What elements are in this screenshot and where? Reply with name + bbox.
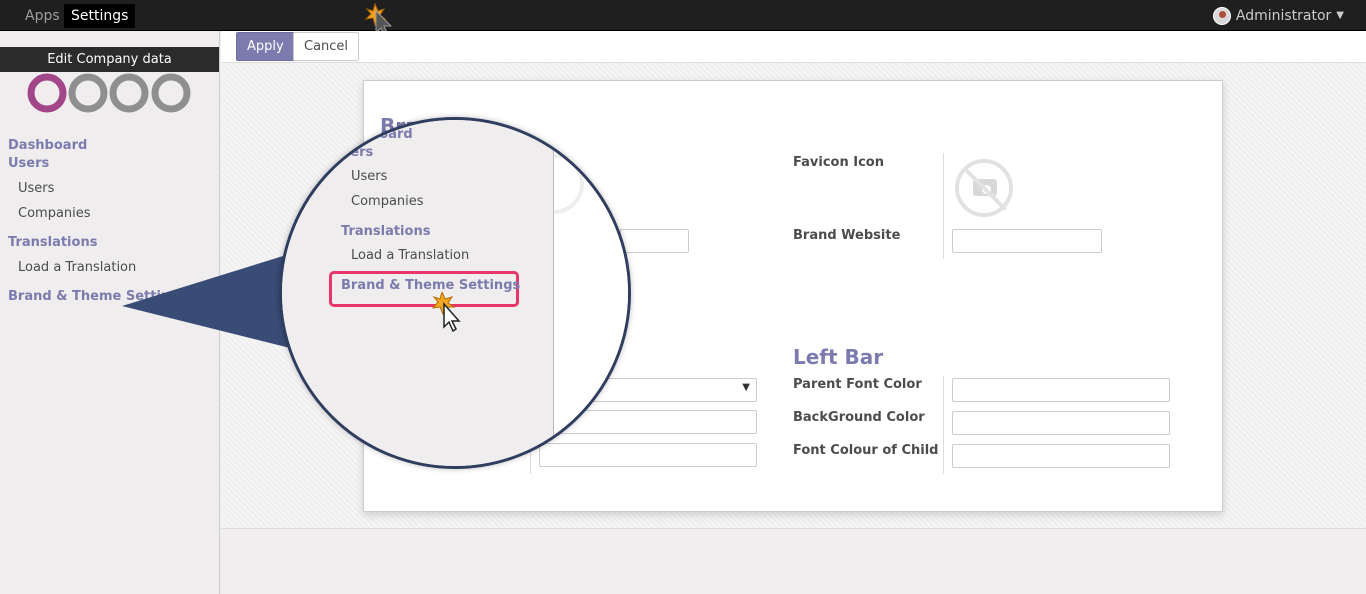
font-colour-child-input[interactable] — [952, 444, 1170, 468]
favicon-label: Favicon Icon — [793, 155, 884, 170]
nav-apps[interactable]: Apps — [18, 4, 67, 28]
sidebar-item-load-translation[interactable]: Load a Translation — [18, 260, 136, 275]
magnified-companies-item[interactable]: Companies — [351, 194, 424, 209]
section-title-left-bar: Left Bar — [793, 345, 884, 369]
user-name: Administrator — [1235, 8, 1332, 24]
sidebar-item-users[interactable]: Users — [18, 181, 54, 196]
magnified-sidebar: board Users Users Companies Translations… — [282, 120, 554, 466]
avatar — [1212, 7, 1231, 25]
magnified-dashboard[interactable]: board — [370, 127, 413, 142]
cursor-icon — [431, 292, 461, 333]
apply-button[interactable]: Apply — [236, 32, 295, 61]
content-footer — [221, 529, 1366, 594]
left-sidebar: Edit Company data Dashboard Users Users … — [0, 31, 220, 594]
tooltip: Edit Company data — [0, 47, 219, 72]
magnified-translations-header: Translations — [341, 224, 431, 239]
magnified-brand-theme-settings[interactable]: Brand & Theme Settings — [341, 278, 520, 293]
odoo-logo[interactable] — [26, 71, 196, 113]
font-colour-child-label: Font Colour of Child — [793, 443, 939, 458]
sidebar-item-companies[interactable]: Companies — [18, 206, 91, 221]
magnifier-callout: board Users Users Companies Translations… — [279, 117, 631, 469]
background-color-label: BackGround Color — [793, 410, 925, 425]
favicon-image-upload[interactable] — [955, 159, 1013, 217]
brand-website-input[interactable] — [952, 229, 1102, 253]
magnified-content — [554, 120, 628, 466]
image-placeholder-edge — [554, 154, 584, 214]
background-color-input[interactable] — [952, 411, 1170, 435]
brand-website-label: Brand Website — [793, 228, 901, 243]
magnified-load-translation[interactable]: Load a Translation — [351, 248, 469, 263]
divider — [943, 376, 944, 474]
top-navbar: Apps Settings Administrator ▼ — [0, 0, 1366, 38]
brand-text-input[interactable] — [620, 229, 689, 253]
magnified-users-item[interactable]: Users — [351, 169, 387, 184]
sidebar-item-brand-theme[interactable]: Brand & Theme Setting — [8, 289, 180, 304]
sidebar-header-translations: Translations — [8, 235, 98, 250]
cancel-button[interactable]: Cancel — [293, 32, 360, 61]
sidebar-header-users: Users — [8, 156, 50, 171]
control-panel: Apply Cancel — [221, 31, 1366, 63]
divider — [943, 153, 944, 259]
chevron-down-icon: ▼ — [742, 382, 750, 393]
no-image-slash — [963, 167, 1007, 211]
parent-font-color-label: Parent Font Color — [793, 377, 922, 392]
magnified-users-header: Users — [332, 145, 374, 160]
chevron-down-icon: ▼ — [1336, 10, 1344, 21]
nav-settings[interactable]: Settings — [64, 4, 136, 28]
parent-font-color-input[interactable] — [952, 378, 1170, 402]
sidebar-item-dashboard[interactable]: Dashboard — [8, 138, 87, 153]
user-menu[interactable]: Administrator ▼ — [1212, 5, 1344, 27]
